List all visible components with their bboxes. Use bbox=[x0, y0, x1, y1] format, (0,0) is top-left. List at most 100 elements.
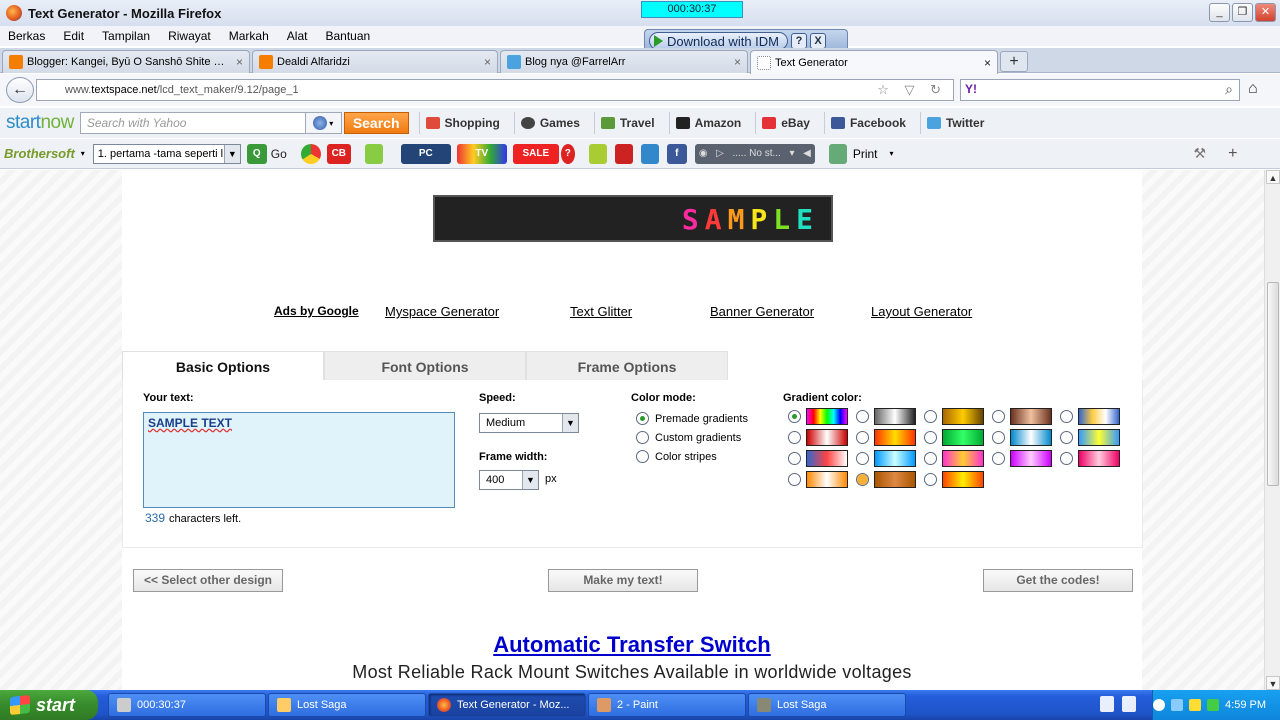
radio-button[interactable] bbox=[1060, 410, 1073, 423]
taskbar-item-paint[interactable]: 2 - Paint bbox=[588, 693, 746, 717]
close-tab-icon[interactable]: × bbox=[734, 55, 741, 69]
tag-icon[interactable] bbox=[364, 143, 383, 164]
volume-icon[interactable]: ◀ bbox=[803, 148, 811, 159]
close-window-button[interactable]: ✕ bbox=[1255, 3, 1276, 22]
your-text-textarea[interactable]: SAMPLE TEXT bbox=[143, 412, 455, 508]
tab-dealdi[interactable]: Dealdi Alfaridzi × bbox=[252, 50, 498, 73]
startnow-search-input[interactable]: Search with Yahoo bbox=[79, 112, 306, 134]
gradient-swatch[interactable] bbox=[1010, 450, 1052, 467]
make-my-text-button[interactable]: Make my text! bbox=[548, 569, 698, 592]
magnifier-icon[interactable]: Q bbox=[246, 143, 267, 164]
search-icon[interactable]: ⌕ bbox=[1225, 81, 1233, 98]
gradient-option[interactable] bbox=[788, 429, 848, 446]
gradient-option[interactable] bbox=[992, 408, 1052, 425]
help-icon[interactable]: ? bbox=[560, 143, 575, 164]
gradient-swatch[interactable] bbox=[874, 429, 916, 446]
premade-gradients-option[interactable]: Premade gradients bbox=[636, 412, 748, 425]
chevron-down-icon[interactable]: ▾ bbox=[789, 148, 794, 159]
close-tab-icon[interactable]: × bbox=[484, 55, 491, 69]
tab-blogger-kangei[interactable]: Blogger: Kangei, Byū O Sanshō Shite Kud.… bbox=[2, 50, 250, 73]
tab-blog-farrel[interactable]: Blog nya @FarrelArr × bbox=[500, 50, 748, 73]
restore-button[interactable]: ❐ bbox=[1232, 3, 1253, 22]
taskbar-item-lost-saga-game[interactable]: Lost Saga bbox=[748, 693, 906, 717]
vertical-scrollbar[interactable]: ▲ ▼ bbox=[1264, 170, 1280, 690]
idm-help-button[interactable]: ? bbox=[791, 33, 807, 49]
startnow-logo[interactable]: startnow bbox=[6, 112, 74, 134]
tab-font-options[interactable]: Font Options bbox=[324, 351, 526, 381]
chevron-down-icon[interactable]: ▼ bbox=[562, 414, 578, 432]
cb-icon[interactable]: CB bbox=[326, 143, 351, 164]
menu-berkas[interactable]: Berkas bbox=[8, 29, 45, 43]
add-toolbar-icon[interactable]: + bbox=[1228, 145, 1237, 163]
shopping-link[interactable]: Shopping bbox=[418, 112, 504, 134]
gradient-option[interactable] bbox=[856, 471, 916, 488]
printer-icon[interactable] bbox=[828, 143, 847, 164]
ad-title-link[interactable]: Automatic Transfer Switch bbox=[0, 632, 1264, 658]
gradient-option[interactable] bbox=[924, 429, 984, 446]
radio-button[interactable] bbox=[992, 431, 1005, 444]
brothersoft-search-select[interactable]: 1. pertama -tama seperti l ▼ bbox=[92, 143, 241, 164]
tab-frame-options[interactable]: Frame Options bbox=[526, 351, 728, 381]
scroll-up-icon[interactable]: ▲ bbox=[1266, 170, 1280, 184]
gradient-option[interactable] bbox=[924, 408, 984, 425]
idm-close-button[interactable]: X bbox=[810, 33, 826, 49]
ads-by-google-link[interactable]: Ads by Google bbox=[274, 304, 359, 318]
gradient-swatch[interactable] bbox=[942, 429, 984, 446]
twitter-link[interactable]: Twitter bbox=[919, 112, 988, 134]
gradient-swatch[interactable] bbox=[942, 471, 984, 488]
gradient-option[interactable] bbox=[1060, 429, 1120, 446]
grid-icon[interactable] bbox=[640, 143, 659, 164]
gradient-option[interactable] bbox=[992, 429, 1052, 446]
sale-icon[interactable]: SALE bbox=[512, 143, 559, 164]
gradient-option[interactable] bbox=[1060, 408, 1120, 425]
menu-alat[interactable]: Alat bbox=[287, 29, 308, 43]
radio-button[interactable] bbox=[788, 410, 801, 423]
taskbar-item-lost-saga[interactable]: Lost Saga bbox=[268, 693, 426, 717]
radio-button[interactable] bbox=[924, 431, 937, 444]
tab-basic-options[interactable]: Basic Options bbox=[122, 351, 324, 381]
gradient-swatch[interactable] bbox=[942, 408, 984, 425]
network-icon[interactable] bbox=[1122, 696, 1136, 712]
radio-button[interactable] bbox=[856, 452, 869, 465]
chevron-down-icon[interactable]: ▼ bbox=[223, 144, 240, 163]
tv-icon[interactable]: TV bbox=[456, 143, 507, 164]
radio-button[interactable] bbox=[1060, 452, 1073, 465]
frame-width-select[interactable]: 400 ▼ bbox=[479, 470, 539, 490]
select-other-design-button[interactable]: << Select other design bbox=[133, 569, 283, 592]
chevron-left-icon[interactable] bbox=[1153, 699, 1166, 711]
menu-riwayat[interactable]: Riwayat bbox=[168, 29, 211, 43]
radio-button[interactable] bbox=[856, 431, 869, 444]
radio-button[interactable] bbox=[856, 473, 869, 486]
gradient-swatch[interactable] bbox=[806, 471, 848, 488]
facebook-icon[interactable]: f bbox=[666, 143, 687, 164]
gradient-swatch[interactable] bbox=[942, 450, 984, 467]
yahoo-icon[interactable]: Y! bbox=[965, 82, 977, 96]
gradient-swatch[interactable] bbox=[874, 450, 916, 467]
chevron-down-icon[interactable]: ▼ bbox=[522, 471, 538, 489]
radio-button[interactable] bbox=[788, 452, 801, 465]
games-link[interactable]: Games bbox=[513, 112, 584, 134]
gradient-option[interactable] bbox=[856, 408, 916, 425]
get-the-codes-button[interactable]: Get the codes! bbox=[983, 569, 1133, 592]
url-bar[interactable]: www.textspace.net/lcd_text_maker/9.12/pa… bbox=[36, 79, 954, 101]
ebay-link[interactable]: eBay bbox=[755, 112, 814, 134]
wrench-icon[interactable]: ⚒ bbox=[1194, 145, 1207, 162]
travel-link[interactable]: Travel bbox=[593, 112, 659, 134]
banner-generator-link[interactable]: Banner Generator bbox=[710, 304, 814, 319]
myspace-generator-link[interactable]: Myspace Generator bbox=[385, 304, 499, 319]
gradient-option[interactable] bbox=[1060, 450, 1120, 467]
color-stripes-option[interactable]: Color stripes bbox=[636, 450, 717, 463]
gradient-swatch[interactable] bbox=[1078, 408, 1120, 425]
gradient-option[interactable] bbox=[856, 429, 916, 446]
gradient-swatch[interactable] bbox=[874, 408, 916, 425]
close-tab-icon[interactable]: × bbox=[984, 56, 991, 70]
radio-button[interactable] bbox=[788, 473, 801, 486]
menu-markah[interactable]: Markah bbox=[229, 29, 269, 43]
close-tab-icon[interactable]: × bbox=[236, 55, 243, 69]
gradient-option[interactable] bbox=[788, 408, 848, 425]
speedometer-pc-icon[interactable]: PC bbox=[400, 143, 451, 164]
gradient-option[interactable] bbox=[924, 450, 984, 467]
taskbar-item-timer[interactable]: 000:30:37 bbox=[108, 693, 266, 717]
gradient-swatch[interactable] bbox=[1010, 408, 1052, 425]
radio-button[interactable] bbox=[788, 431, 801, 444]
